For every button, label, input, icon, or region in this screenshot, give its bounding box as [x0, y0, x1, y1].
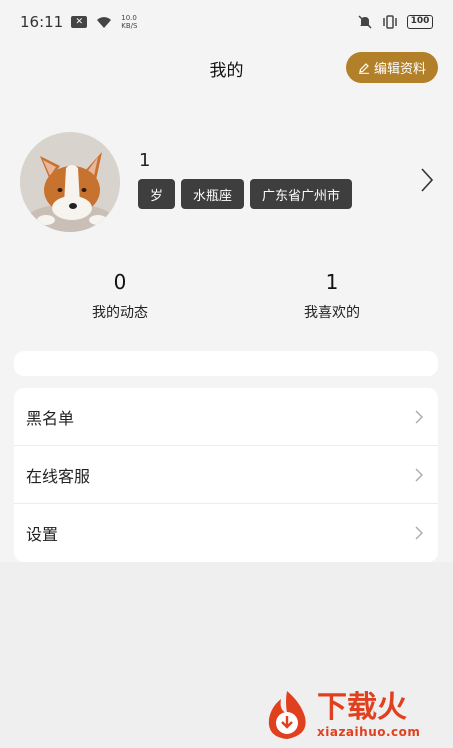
menu-card: 黑名单 在线客服 设置	[14, 388, 438, 562]
empty-area: 下载火 xiazaihuo.com	[0, 562, 453, 748]
battery-icon: 100	[407, 15, 433, 29]
chevron-right-icon	[415, 526, 423, 540]
network-speed-unit: KB/S	[121, 22, 138, 30]
edit-profile-button[interactable]: 编辑资料	[345, 52, 438, 83]
status-time: 16:11	[20, 13, 64, 31]
stat-label: 我喜欢的	[304, 305, 360, 321]
edit-profile-label: 编辑资料	[373, 61, 426, 76]
user-name: 1	[139, 150, 151, 171]
network-speed: 10.0 KB/S	[121, 14, 137, 30]
menu-item-label: 在线客服	[26, 466, 91, 486]
chevron-right-icon	[415, 410, 423, 424]
tag-zodiac: 水瓶座	[181, 179, 245, 209]
stat-label: 我的动态	[92, 305, 148, 321]
stat-value: 0	[113, 270, 127, 294]
watermark-url: xiazaihuo.com	[317, 725, 421, 739]
blank-card	[14, 351, 438, 376]
profile-section[interactable]: 1 岁 水瓶座 广东省广州市	[0, 132, 453, 236]
network-speed-value: 10.0	[121, 14, 137, 22]
chevron-right-icon[interactable]	[419, 166, 435, 194]
profile-tags: 岁 水瓶座 广东省广州市	[138, 179, 353, 209]
stats-row: 0 我的动态 1 我喜欢的	[0, 270, 453, 330]
avatar[interactable]	[20, 132, 120, 232]
status-left: 16:11 ✕ 10.0 KB/S	[20, 13, 137, 31]
watermark-title: 下载火	[317, 690, 407, 725]
stat-value: 1	[325, 270, 339, 294]
stat-my-posts[interactable]: 0 我的动态	[60, 270, 180, 322]
status-bar: 16:11 ✕ 10.0 KB/S 100	[0, 0, 453, 44]
menu-item-settings[interactable]: 设置	[14, 504, 438, 562]
menu-item-customer-service[interactable]: 在线客服	[14, 446, 438, 504]
tag-location: 广东省广州市	[250, 179, 353, 209]
chevron-right-icon	[415, 468, 423, 482]
header: 我的 编辑资料	[0, 48, 453, 88]
tag-age: 岁	[138, 179, 176, 209]
watermark: 下载火 xiazaihuo.com	[261, 686, 447, 744]
pencil-icon	[358, 62, 369, 74]
menu-item-label: 黑名单	[26, 408, 75, 428]
vibrate-icon	[383, 15, 397, 29]
status-right: 100	[357, 0, 433, 44]
wifi-icon	[97, 17, 112, 28]
corgi-avatar-image	[20, 132, 120, 232]
stat-my-likes[interactable]: 1 我喜欢的	[272, 270, 392, 322]
notification-icon: ✕	[71, 16, 88, 28]
watermark-text: 下载火 xiazaihuo.com	[317, 690, 421, 740]
mute-icon	[358, 15, 372, 29]
menu-item-blacklist[interactable]: 黑名单	[14, 388, 438, 446]
flame-logo-icon	[268, 691, 306, 739]
menu-item-label: 设置	[26, 525, 59, 544]
